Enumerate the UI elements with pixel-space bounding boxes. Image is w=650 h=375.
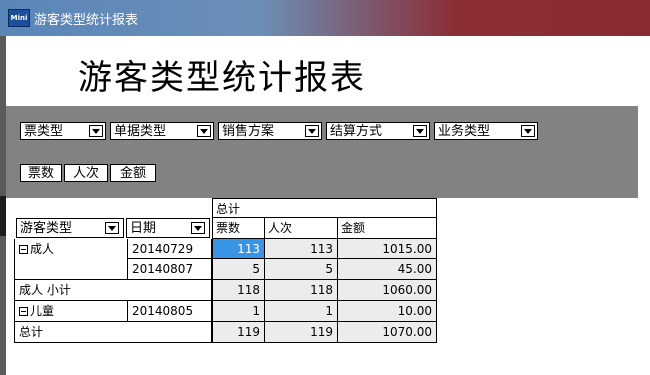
table-cell-tickets[interactable]: 118 xyxy=(212,280,265,301)
chevron-down-icon[interactable] xyxy=(413,125,427,137)
row-field-label: 游客类型 xyxy=(20,221,73,236)
column-header-visits: 人次 xyxy=(265,218,338,239)
table-cell-amount[interactable]: 10.00 xyxy=(338,301,437,322)
filter-field-label: 业务类型 xyxy=(438,124,491,139)
chevron-down-icon[interactable] xyxy=(305,125,319,137)
window-titlebar: Mini 游客类型统计报表 xyxy=(0,0,650,36)
value-field-amount[interactable]: 金额 xyxy=(110,164,156,182)
value-field-tickets[interactable]: 票数 xyxy=(20,164,62,182)
collapse-icon[interactable] xyxy=(19,307,28,316)
row-group-child[interactable]: 儿童 xyxy=(14,301,128,322)
table-cell-visits[interactable]: 118 xyxy=(265,280,338,301)
report-title-area: 游客类型统计报表 xyxy=(6,36,638,106)
chevron-down-icon[interactable] xyxy=(89,125,103,137)
table-cell-visits[interactable]: 113 xyxy=(265,239,338,259)
report-title: 游客类型统计报表 xyxy=(78,58,366,98)
filter-field-document-type[interactable]: 单据类型 xyxy=(110,122,214,140)
row-group-adult[interactable]: 成人 xyxy=(14,239,128,280)
app-icon: Mini xyxy=(8,9,30,27)
table-cell-tickets[interactable]: 5 xyxy=(212,259,265,280)
chevron-down-icon[interactable] xyxy=(521,125,535,137)
pivot-grid: 游客类型 日期 总计 票数 人次 金额 成人 20140729 113 113 … xyxy=(14,198,437,364)
table-cell-tickets[interactable]: 1 xyxy=(212,301,265,322)
row-group-label: 儿童 xyxy=(30,304,55,318)
filter-fields-band: 票类型 单据类型 销售方案 结算方式 业务类型 xyxy=(6,106,638,150)
table-cell-visits[interactable]: 119 xyxy=(265,322,338,343)
table-cell-tickets[interactable]: 113 xyxy=(212,239,265,259)
rail-shadow xyxy=(0,196,6,236)
column-header-tickets: 票数 xyxy=(212,218,265,239)
chevron-down-icon[interactable] xyxy=(191,222,205,234)
row-date: 20140805 xyxy=(128,301,212,322)
row-grand-total-label: 总计 xyxy=(14,322,212,343)
value-field-visits[interactable]: 人次 xyxy=(64,164,108,182)
window-title: 游客类型统计报表 xyxy=(34,13,139,28)
row-subtotal-label: 成人 小计 xyxy=(14,280,212,301)
filter-field-settlement-method[interactable]: 结算方式 xyxy=(326,122,430,140)
table-cell-amount[interactable]: 1070.00 xyxy=(338,322,437,343)
filter-field-label: 票类型 xyxy=(24,124,64,139)
filter-field-business-type[interactable]: 业务类型 xyxy=(434,122,538,140)
filter-field-label: 销售方案 xyxy=(222,124,275,139)
table-cell-visits[interactable]: 5 xyxy=(265,259,338,280)
row-field-label: 日期 xyxy=(130,221,157,236)
chevron-down-icon[interactable] xyxy=(197,125,211,137)
row-date: 20140729 xyxy=(128,239,212,259)
table-cell-amount[interactable]: 1015.00 xyxy=(338,239,437,259)
table-cell-amount[interactable]: 1060.00 xyxy=(338,280,437,301)
row-date: 20140807 xyxy=(128,259,212,280)
filter-field-label: 单据类型 xyxy=(114,124,167,139)
filter-field-label: 结算方式 xyxy=(330,124,383,139)
row-field-visitor-type[interactable]: 游客类型 xyxy=(16,218,124,238)
column-header-amount: 金额 xyxy=(338,218,437,239)
value-fields-band: 票数 人次 金额 xyxy=(6,150,638,198)
filter-field-ticket-type[interactable]: 票类型 xyxy=(20,122,106,140)
column-header-total: 总计 xyxy=(212,198,437,218)
row-field-date[interactable]: 日期 xyxy=(126,218,210,238)
collapse-icon[interactable] xyxy=(19,245,28,254)
table-cell-tickets[interactable]: 119 xyxy=(212,322,265,343)
table-cell-visits[interactable]: 1 xyxy=(265,301,338,322)
chevron-down-icon[interactable] xyxy=(105,222,119,234)
row-group-label: 成人 xyxy=(30,242,55,256)
filter-field-sales-plan[interactable]: 销售方案 xyxy=(218,122,322,140)
table-cell-amount[interactable]: 45.00 xyxy=(338,259,437,280)
